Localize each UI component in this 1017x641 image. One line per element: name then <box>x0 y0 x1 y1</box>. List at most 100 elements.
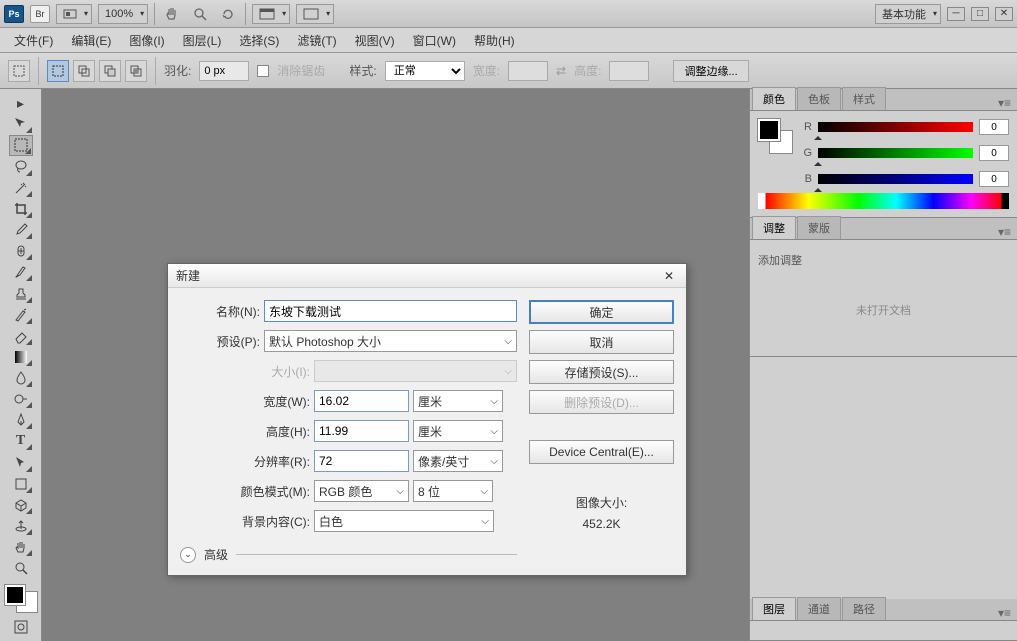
panel-menu-icon[interactable]: ▾≡ <box>992 225 1017 239</box>
dialog-titlebar[interactable]: 新建 ✕ <box>168 264 686 288</box>
advanced-toggle-icon[interactable]: ⌄ <box>180 547 196 563</box>
rotate-view-icon[interactable] <box>217 4 239 24</box>
dodge-tool-icon[interactable] <box>9 389 33 409</box>
width-unit-select[interactable]: 厘米 <box>413 390 503 412</box>
type-tool-icon[interactable]: T <box>9 431 33 451</box>
tab-adjustments[interactable]: 调整 <box>752 216 796 239</box>
width-input[interactable] <box>314 390 409 412</box>
panel-menu-icon[interactable]: ▾≡ <box>992 96 1017 110</box>
menu-filter[interactable]: 滤镜(T) <box>289 29 344 52</box>
quickmask-icon[interactable] <box>9 617 33 637</box>
camera-tool-icon[interactable] <box>9 516 33 536</box>
feather-label: 羽化: <box>164 62 191 79</box>
menu-layer[interactable]: 图层(L) <box>175 29 230 52</box>
resolution-unit-select[interactable]: 像素/英寸 <box>413 450 503 472</box>
color-spectrum[interactable] <box>758 193 1009 209</box>
menu-image[interactable]: 图像(I) <box>121 29 172 52</box>
feather-input[interactable] <box>199 61 249 81</box>
subtract-selection-icon[interactable] <box>99 60 121 82</box>
b-slider[interactable] <box>818 174 973 184</box>
resolution-label: 分辨率(R): <box>180 453 310 470</box>
marquee-tool-icon[interactable] <box>9 135 33 155</box>
resolution-input[interactable] <box>314 450 409 472</box>
collapse-icon[interactable]: ▸ <box>9 93 33 113</box>
zoom-dropdown[interactable]: 100% <box>98 4 148 24</box>
path-select-icon[interactable] <box>9 452 33 472</box>
height-input[interactable] <box>314 420 409 442</box>
tab-layers[interactable]: 图层 <box>752 597 796 620</box>
intersect-selection-icon[interactable] <box>125 60 147 82</box>
device-central-button[interactable]: Device Central(E)... <box>529 440 674 464</box>
shape-tool-icon[interactable] <box>9 474 33 494</box>
photoshop-icon[interactable]: Ps <box>4 5 24 23</box>
tab-color[interactable]: 颜色 <box>752 87 796 110</box>
tool-preset-icon[interactable] <box>8 60 30 82</box>
background-select[interactable]: 白色 <box>314 510 494 532</box>
lasso-tool-icon[interactable] <box>9 157 33 177</box>
tab-swatches[interactable]: 色板 <box>797 87 841 110</box>
r-value-input[interactable] <box>979 119 1009 135</box>
gradient-tool-icon[interactable] <box>9 347 33 367</box>
crop-tool-icon[interactable] <box>9 199 33 219</box>
g-slider[interactable] <box>818 148 973 158</box>
panel-color-swatches[interactable] <box>758 119 792 153</box>
menu-select[interactable]: 选择(S) <box>231 29 287 52</box>
bridge-icon[interactable]: Br <box>30 5 50 23</box>
menu-file[interactable]: 文件(F) <box>6 29 61 52</box>
workspace-switcher[interactable]: 基本功能 <box>875 4 941 24</box>
preset-select[interactable]: 默认 Photoshop 大小 <box>264 330 517 352</box>
minimize-button[interactable]: ─ <box>947 7 965 21</box>
brush-tool-icon[interactable] <box>9 262 33 282</box>
view-extras-dropdown[interactable] <box>56 4 92 24</box>
pen-tool-icon[interactable] <box>9 410 33 430</box>
hand-tool-icon[interactable] <box>161 4 183 24</box>
3d-tool-icon[interactable] <box>9 495 33 515</box>
new-document-dialog: 新建 ✕ 名称(N): 预设(P): 默认 Photoshop 大小 大小(I)… <box>167 263 687 576</box>
wand-tool-icon[interactable] <box>9 178 33 198</box>
bit-depth-select[interactable]: 8 位 <box>413 480 493 502</box>
history-brush-icon[interactable] <box>9 305 33 325</box>
healing-tool-icon[interactable] <box>9 241 33 261</box>
new-selection-icon[interactable] <box>47 60 69 82</box>
menu-edit[interactable]: 编辑(E) <box>63 29 119 52</box>
eyedropper-tool-icon[interactable] <box>9 220 33 240</box>
maximize-button[interactable]: □ <box>971 7 989 21</box>
hand-tool-icon[interactable] <box>9 537 33 557</box>
tab-styles[interactable]: 样式 <box>842 87 886 110</box>
height-unit-select[interactable]: 厘米 <box>413 420 503 442</box>
close-button[interactable]: ✕ <box>995 7 1013 21</box>
name-label: 名称(N): <box>180 303 260 320</box>
tab-channels[interactable]: 通道 <box>797 597 841 620</box>
move-tool-icon[interactable] <box>9 114 33 134</box>
menu-window[interactable]: 窗口(W) <box>405 29 464 52</box>
zoom-tool-icon[interactable] <box>189 4 211 24</box>
b-value-input[interactable] <box>979 171 1009 187</box>
style-select[interactable]: 正常 <box>385 61 465 81</box>
screen-mode-dropdown[interactable] <box>296 4 334 24</box>
zoom-tool-icon[interactable] <box>9 558 33 578</box>
dialog-close-button[interactable]: ✕ <box>660 268 678 284</box>
eraser-tool-icon[interactable] <box>9 326 33 346</box>
blur-tool-icon[interactable] <box>9 368 33 388</box>
color-swatches[interactable] <box>5 585 37 612</box>
name-input[interactable] <box>264 300 517 322</box>
add-selection-icon[interactable] <box>73 60 95 82</box>
arrange-docs-dropdown[interactable] <box>252 4 290 24</box>
menu-help[interactable]: 帮助(H) <box>466 29 523 52</box>
swap-icon[interactable]: ⇄ <box>556 64 566 78</box>
refine-edge-button[interactable]: 调整边缘... <box>673 60 748 82</box>
tab-masks[interactable]: 蒙版 <box>797 216 841 239</box>
color-mode-select[interactable]: RGB 颜色 <box>314 480 409 502</box>
r-slider[interactable] <box>818 122 973 132</box>
panel-fg-swatch[interactable] <box>758 119 780 141</box>
g-value-input[interactable] <box>979 145 1009 161</box>
foreground-swatch[interactable] <box>5 585 25 605</box>
antialias-checkbox[interactable] <box>257 65 269 77</box>
tab-paths[interactable]: 路径 <box>842 597 886 620</box>
menu-view[interactable]: 视图(V) <box>347 29 403 52</box>
panel-menu-icon[interactable]: ▾≡ <box>992 606 1017 620</box>
save-preset-button[interactable]: 存储预设(S)... <box>529 360 674 384</box>
cancel-button[interactable]: 取消 <box>529 330 674 354</box>
stamp-tool-icon[interactable] <box>9 283 33 303</box>
ok-button[interactable]: 确定 <box>529 300 674 324</box>
